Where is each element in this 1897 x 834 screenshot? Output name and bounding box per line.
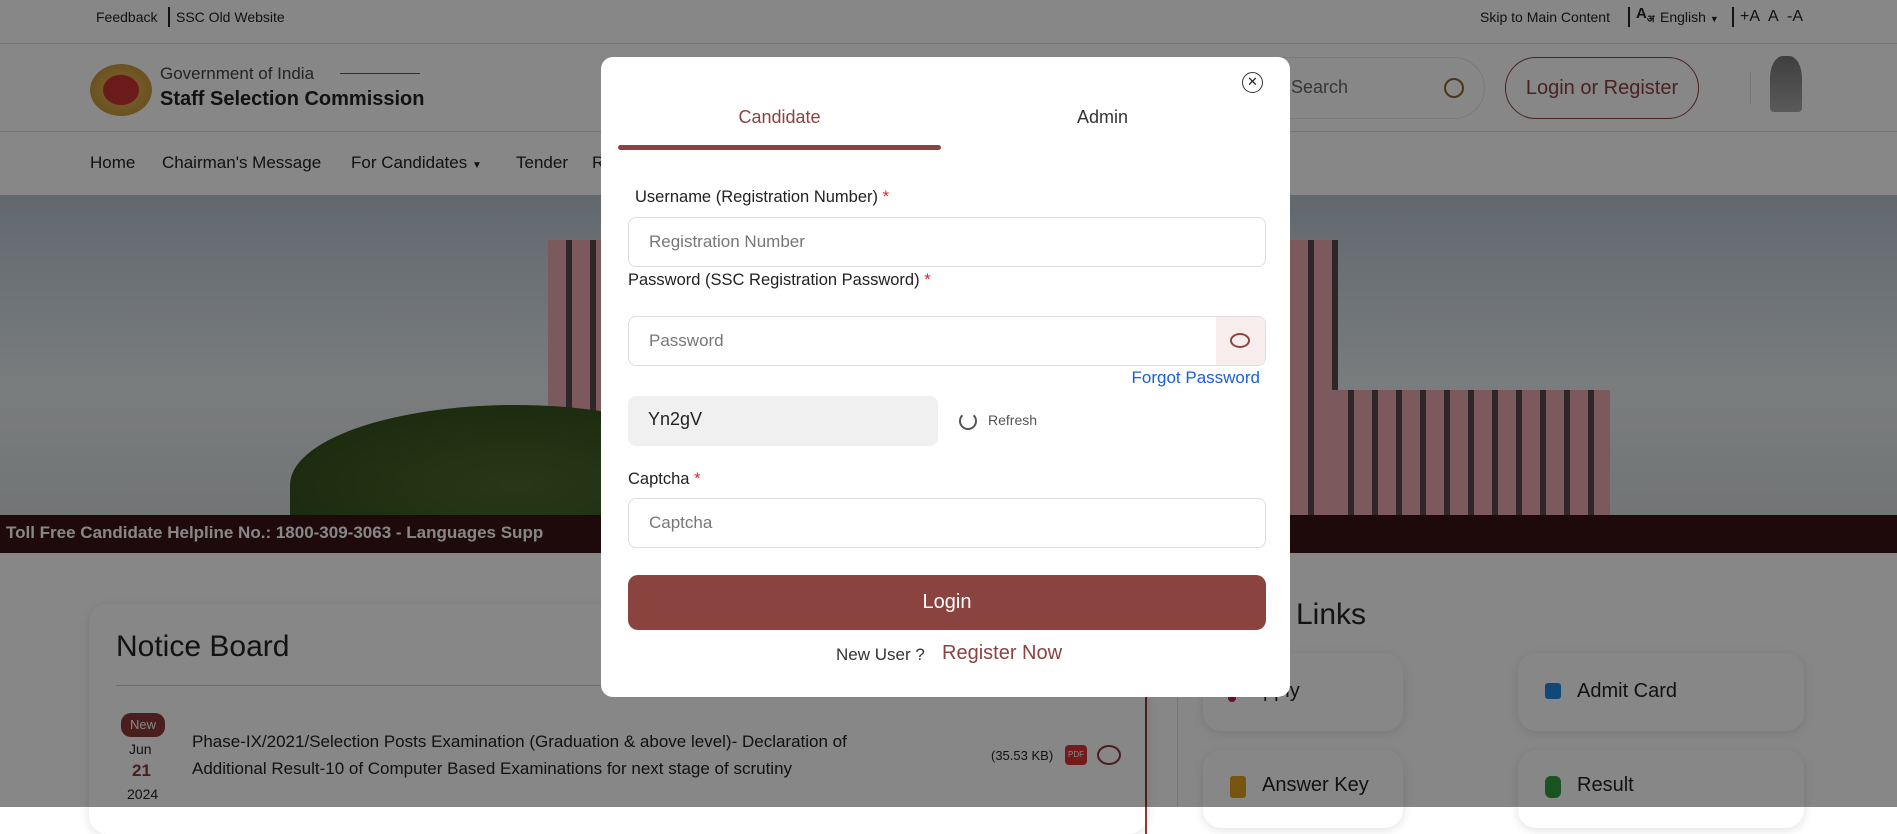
active-tab-indicator — [618, 145, 941, 150]
new-user-label: New User ? — [836, 645, 925, 664]
login-button[interactable]: Login — [628, 575, 1266, 630]
register-now-link[interactable]: Register Now — [942, 642, 1062, 665]
password-input[interactable] — [628, 316, 1266, 366]
captcha-image: Yn2gV — [628, 396, 938, 446]
refresh-captcha-button[interactable]: Refresh — [988, 412, 1037, 428]
password-label: Password (SSC Registration Password) * — [628, 271, 931, 289]
username-label: Username (Registration Number) * — [635, 188, 890, 206]
forgot-password-link[interactable]: Forgot Password — [1132, 368, 1261, 388]
tab-admin[interactable]: Admin — [941, 107, 1264, 128]
username-input[interactable] — [628, 217, 1266, 267]
captcha-label: Captcha * — [628, 470, 701, 488]
tab-candidate[interactable]: Candidate — [618, 107, 941, 128]
toggle-password-visibility[interactable] — [1216, 317, 1265, 365]
eye-icon — [1230, 333, 1250, 348]
close-icon[interactable]: ✕ — [1242, 72, 1263, 93]
login-modal: ✕ Candidate Admin Username (Registration… — [601, 57, 1290, 697]
captcha-input[interactable] — [628, 498, 1266, 548]
refresh-icon[interactable] — [959, 412, 977, 430]
